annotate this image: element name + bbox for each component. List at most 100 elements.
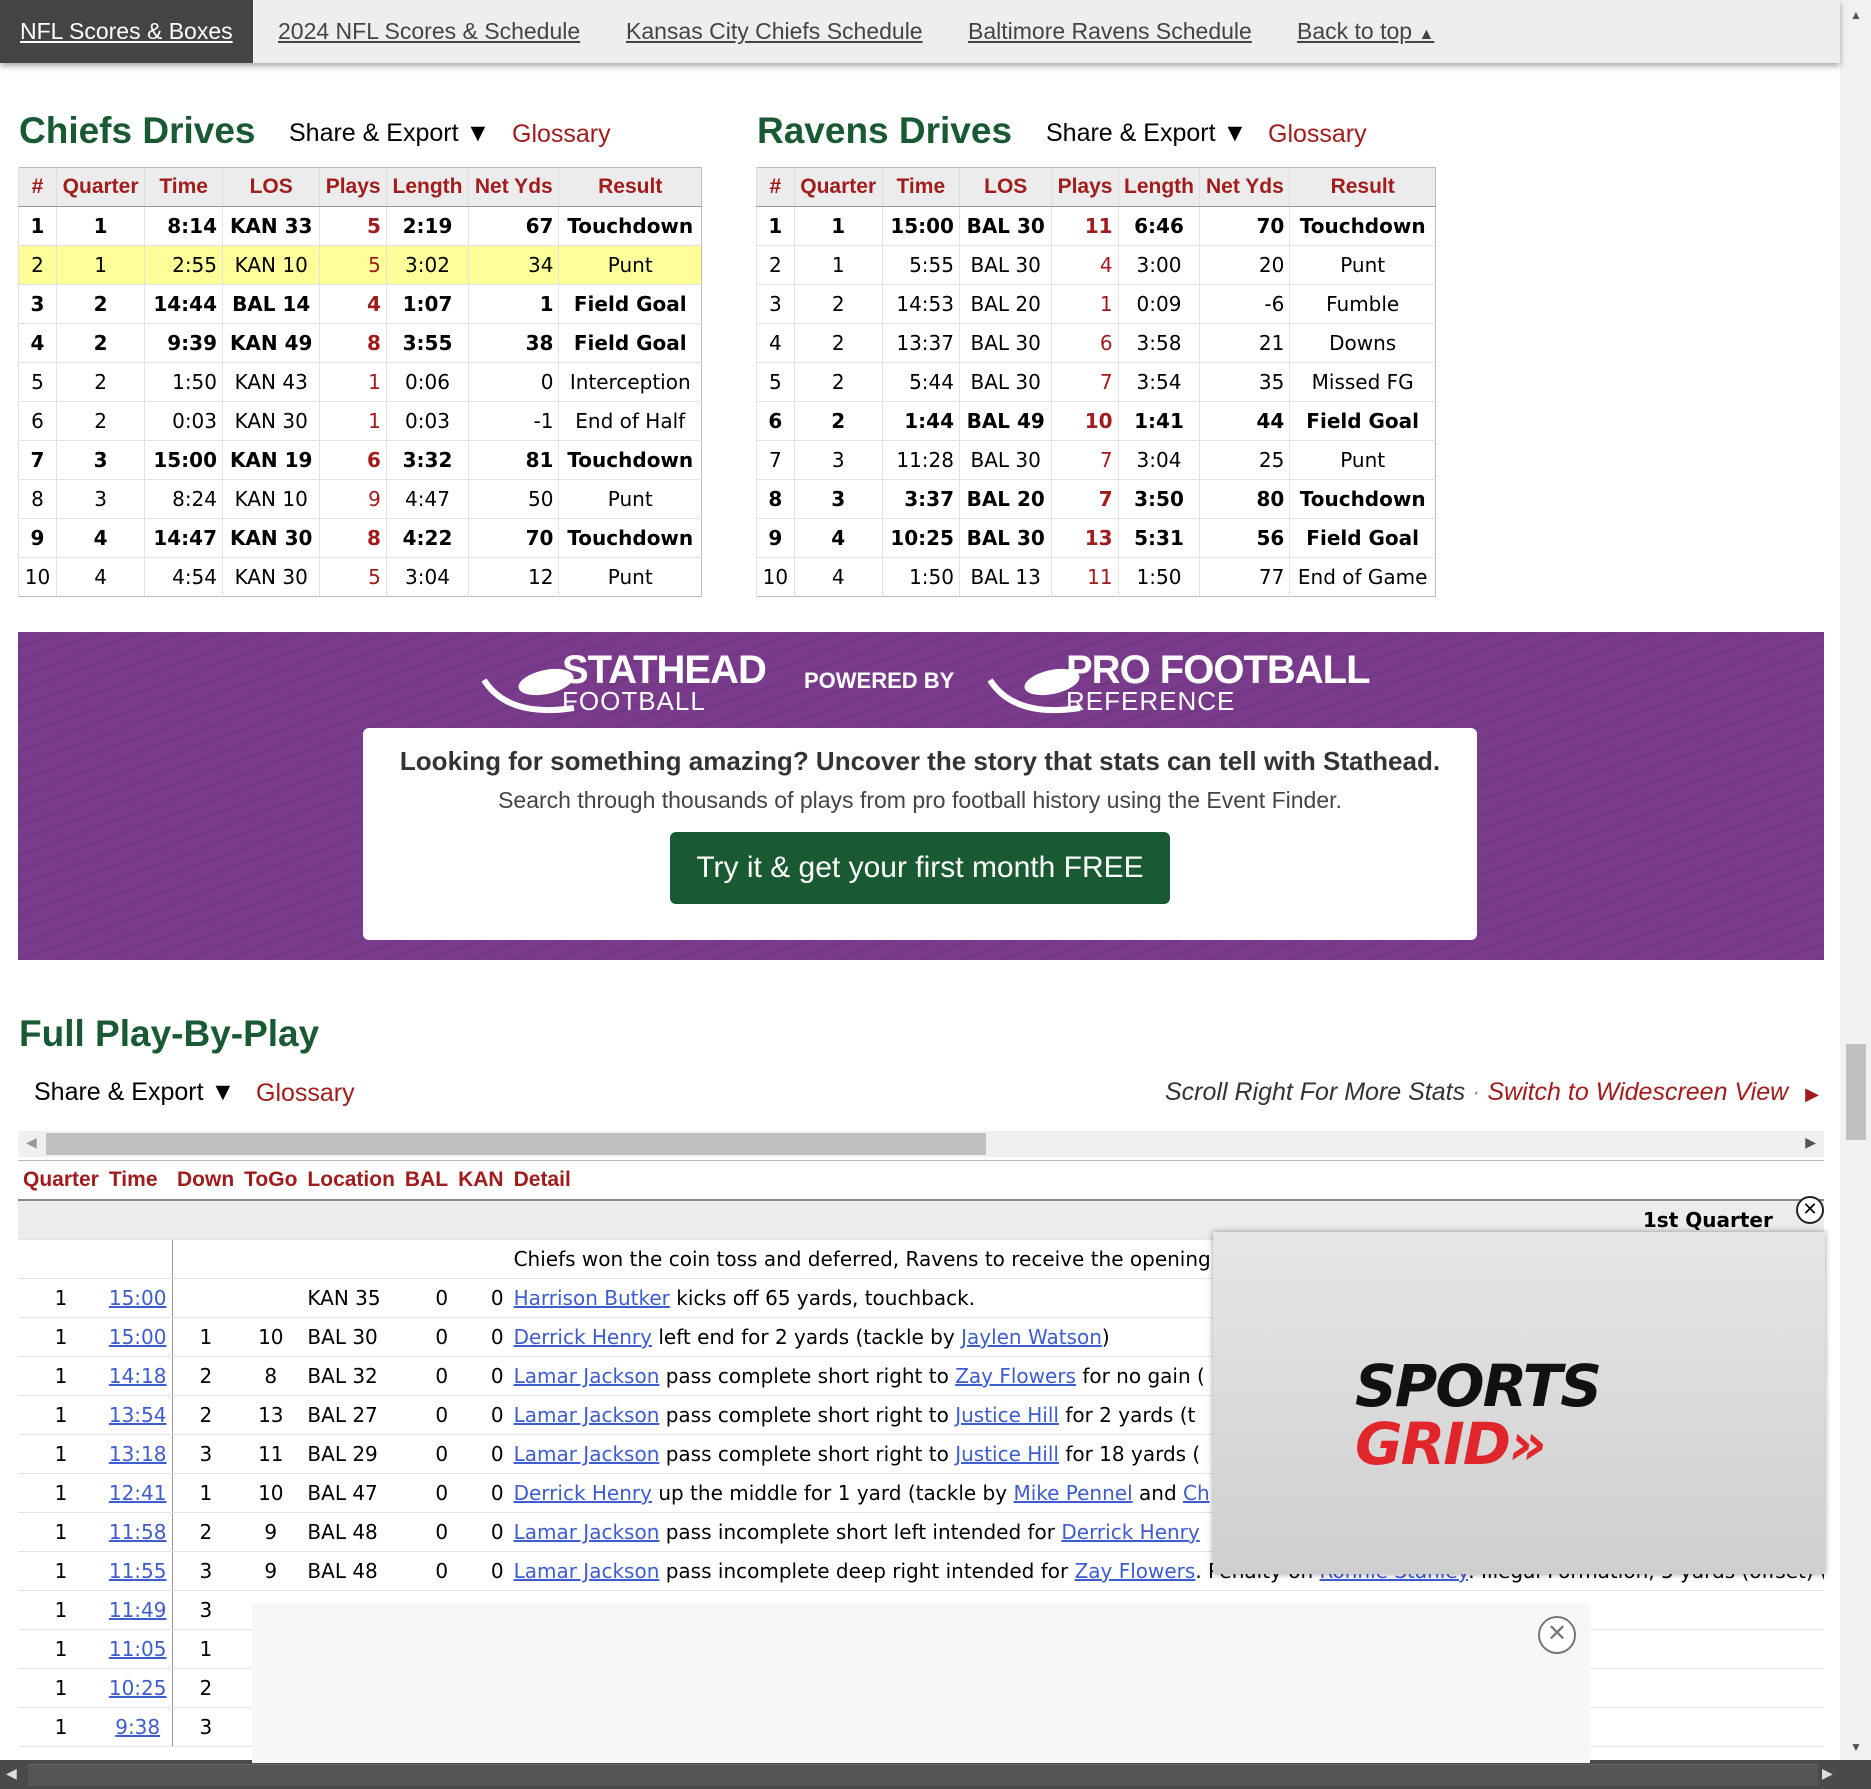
- table-cell: End of Game: [1289, 557, 1436, 597]
- player-link[interactable]: Mike Pennel: [1013, 1481, 1132, 1505]
- column-header[interactable]: Quarter: [793, 167, 883, 207]
- column-header[interactable]: Result: [1289, 167, 1436, 207]
- player-link[interactable]: Jaylen Watson: [961, 1325, 1102, 1349]
- time-link[interactable]: 9:38: [115, 1715, 160, 1739]
- column-header[interactable]: Time: [144, 167, 223, 207]
- column-header[interactable]: Time: [103, 1160, 172, 1201]
- scroll-down-arrow-icon[interactable]: ▼: [1850, 1740, 1862, 1754]
- table-cell: 3: [172, 1590, 240, 1630]
- column-header[interactable]: ToGo: [239, 1160, 303, 1201]
- pbp-glossary-link[interactable]: Glossary: [256, 1079, 355, 1108]
- player-link[interactable]: Lamar Jackson: [514, 1559, 660, 1583]
- scroll-up-arrow-icon[interactable]: ▲: [1850, 8, 1862, 22]
- time-link[interactable]: 15:00: [109, 1325, 167, 1349]
- player-link[interactable]: Zay Flowers: [1075, 1559, 1196, 1583]
- pbp-horizontal-scrollbar[interactable]: ◀ ▶: [18, 1131, 1824, 1157]
- table-cell: 13:18: [103, 1434, 173, 1474]
- time-link[interactable]: 11:49: [109, 1598, 167, 1622]
- column-header[interactable]: LOS: [958, 167, 1052, 207]
- time-link[interactable]: 11:55: [109, 1559, 167, 1583]
- scroll-right-arrow-icon[interactable]: ▶: [1805, 1134, 1816, 1151]
- player-link[interactable]: Derrick Henry: [514, 1481, 652, 1505]
- column-header[interactable]: Detail: [508, 1160, 1824, 1201]
- player-link[interactable]: Justice Hill: [955, 1403, 1059, 1427]
- player-link[interactable]: Harrison Butker: [514, 1286, 670, 1310]
- video-player-overlay[interactable]: SPORTS GRID»: [1213, 1232, 1825, 1574]
- time-link[interactable]: 11:58: [109, 1520, 167, 1544]
- player-link[interactable]: Derrick Henry: [1061, 1520, 1199, 1544]
- nav-chiefs-schedule[interactable]: Kansas City Chiefs Schedule: [626, 0, 923, 63]
- table-cell: 2: [172, 1668, 240, 1708]
- column-header[interactable]: Result: [558, 167, 702, 207]
- ravens-glossary-link[interactable]: Glossary: [1268, 120, 1367, 149]
- time-link[interactable]: 14:18: [109, 1364, 167, 1388]
- time-link[interactable]: 13:54: [109, 1403, 167, 1427]
- player-link[interactable]: Lamar Jackson: [514, 1403, 660, 1427]
- scroll-left-arrow-icon[interactable]: ◀: [6, 1765, 17, 1782]
- table-cell: -1: [468, 401, 559, 441]
- pbp-share-export[interactable]: Share & Export ▼: [34, 1078, 235, 1107]
- player-link[interactable]: Justice Hill: [955, 1442, 1059, 1466]
- table-cell: 14:47: [144, 518, 223, 558]
- player-link[interactable]: Ch: [1183, 1481, 1210, 1505]
- table-cell: 67: [468, 206, 559, 246]
- column-header[interactable]: Net Yds: [468, 167, 559, 207]
- column-header[interactable]: BAL: [399, 1160, 454, 1201]
- scroll-right-arrow-icon[interactable]: ▶: [1822, 1765, 1833, 1782]
- close-icon[interactable]: ✕: [1538, 1616, 1576, 1654]
- table-cell: 2: [793, 323, 883, 363]
- column-header[interactable]: #: [18, 167, 57, 207]
- scrollbar-thumb[interactable]: [46, 1133, 986, 1155]
- horizontal-scrollbar-thumb[interactable]: [28, 1764, 1818, 1786]
- time-link[interactable]: 12:41: [109, 1481, 167, 1505]
- column-header[interactable]: #: [756, 167, 795, 207]
- table-cell: 5: [319, 206, 387, 246]
- nav-back-to-top[interactable]: Back to top ▲: [1297, 0, 1434, 63]
- page-vertical-scrollbar[interactable]: ▲ ▼: [1840, 0, 1871, 1760]
- chiefs-glossary-link[interactable]: Glossary: [512, 120, 611, 149]
- table-cell: 3: [172, 1707, 240, 1747]
- player-link[interactable]: Zay Flowers: [955, 1364, 1076, 1388]
- page-horizontal-scrollbar[interactable]: ◀ ▶: [0, 1760, 1871, 1789]
- nav-nfl-scores[interactable]: NFL Scores & Boxes: [0, 0, 253, 63]
- table-cell: 2: [55, 323, 145, 363]
- column-header[interactable]: Down: [172, 1160, 240, 1201]
- column-header[interactable]: LOS: [222, 167, 320, 207]
- column-header[interactable]: Plays: [1051, 167, 1119, 207]
- column-header[interactable]: Net Yds: [1199, 167, 1290, 207]
- column-header[interactable]: Length: [385, 167, 469, 207]
- column-header[interactable]: Length: [1117, 167, 1200, 207]
- time-link[interactable]: 13:18: [109, 1442, 167, 1466]
- table-cell: 2: [55, 284, 145, 324]
- player-link[interactable]: Lamar Jackson: [514, 1520, 660, 1544]
- player-link[interactable]: Lamar Jackson: [514, 1364, 660, 1388]
- close-icon[interactable]: ✕: [1796, 1196, 1824, 1224]
- nav-2024-schedule[interactable]: 2024 NFL Scores & Schedule: [278, 0, 580, 63]
- detail-text: for no gain (: [1075, 1364, 1205, 1388]
- player-link[interactable]: Lamar Jackson: [514, 1442, 660, 1466]
- vertical-scrollbar-thumb[interactable]: [1846, 1044, 1866, 1140]
- table-cell: 11:49: [103, 1590, 173, 1630]
- time-link[interactable]: 15:00: [109, 1286, 167, 1310]
- promo-cta-button[interactable]: Try it & get your first month FREE: [670, 832, 1170, 904]
- column-header[interactable]: Quarter: [18, 1160, 104, 1201]
- column-header[interactable]: Plays: [319, 167, 387, 207]
- time-link[interactable]: 10:25: [109, 1676, 167, 1700]
- widescreen-link[interactable]: Switch to Widescreen View: [1487, 1078, 1788, 1106]
- player-link[interactable]: Derrick Henry: [514, 1325, 652, 1349]
- table-cell: 13:37: [881, 323, 960, 363]
- table-cell: 34: [468, 245, 559, 285]
- column-header[interactable]: Quarter: [55, 167, 145, 207]
- ravens-share-export[interactable]: Share & Export ▼: [1046, 119, 1247, 148]
- scroll-left-arrow-icon[interactable]: ◀: [26, 1134, 37, 1151]
- table-cell: 6: [756, 401, 795, 441]
- column-header[interactable]: Location: [302, 1160, 400, 1201]
- nav-ravens-schedule[interactable]: Baltimore Ravens Schedule: [968, 0, 1252, 63]
- table-cell: 1: [18, 1395, 104, 1435]
- chiefs-share-export[interactable]: Share & Export ▼: [289, 119, 490, 148]
- column-header[interactable]: Time: [881, 167, 960, 207]
- column-header[interactable]: KAN: [453, 1160, 509, 1201]
- table-cell: 13: [1051, 518, 1119, 558]
- table-cell: 0: [399, 1395, 454, 1435]
- time-link[interactable]: 11:05: [109, 1637, 167, 1661]
